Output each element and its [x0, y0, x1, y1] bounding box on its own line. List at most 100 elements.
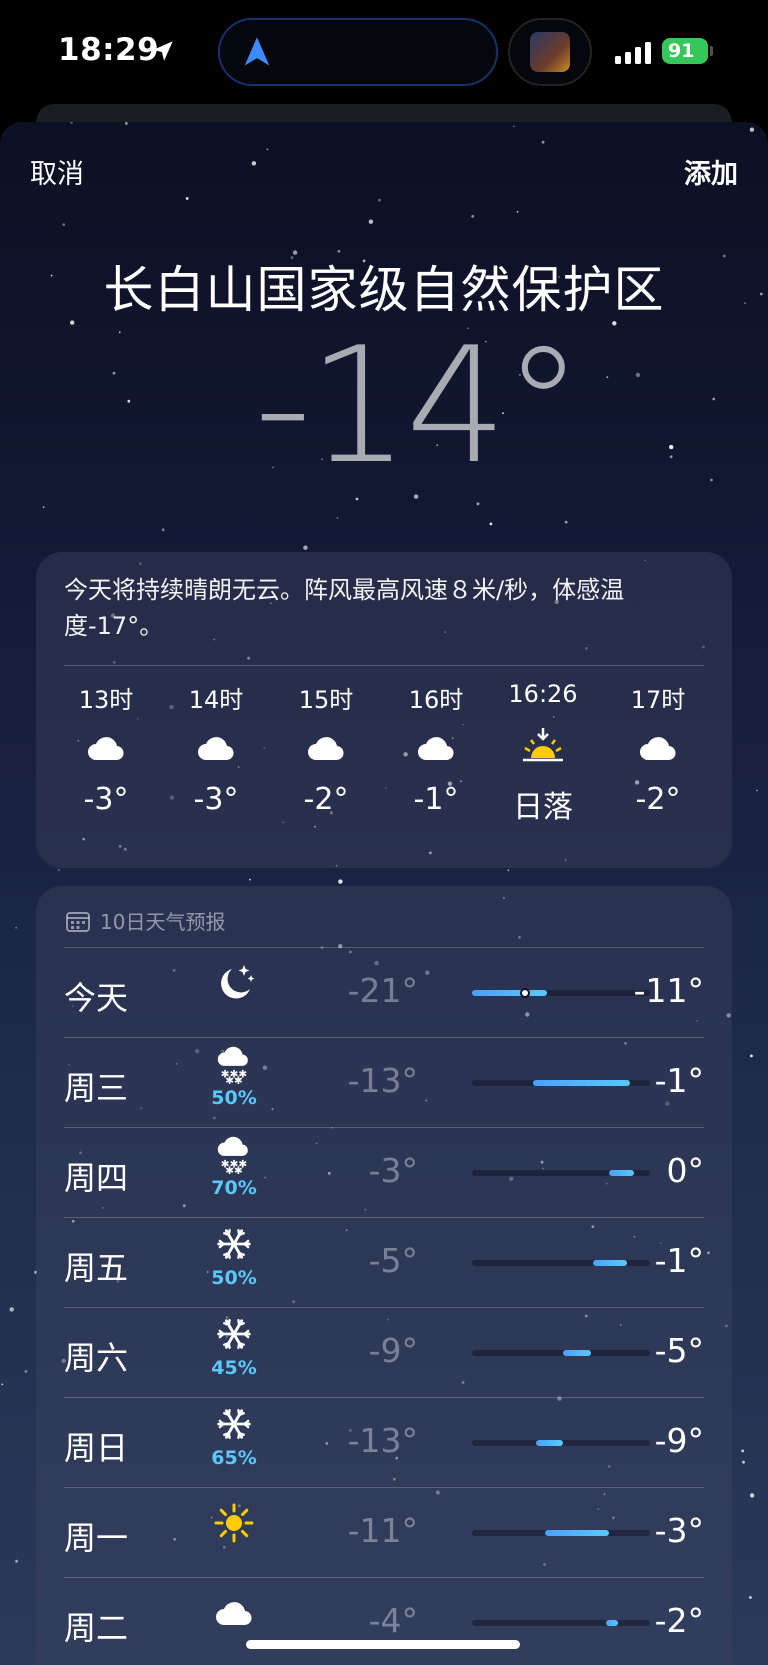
hour-icon-wrap	[56, 728, 156, 768]
precip-probability: 50%	[211, 1267, 257, 1289]
moon-stars-icon	[221, 965, 255, 999]
temp-range-bar	[472, 1530, 650, 1536]
day-label: 周五	[64, 1249, 129, 1287]
precip-probability: 50%	[211, 1087, 257, 1109]
precip-probability: 70%	[211, 1177, 257, 1199]
low-temp: -11°	[347, 1511, 418, 1550]
low-temp: -5°	[368, 1241, 418, 1280]
battery-level: 91	[668, 40, 695, 62]
temp-range-bar	[472, 1170, 650, 1176]
weather-icon-wrap: ✱✱✱ ✱✱ 70%	[204, 1133, 264, 1199]
high-temp: -3°	[654, 1511, 704, 1550]
forecast-row[interactable]: 周五 50% -5° -1°	[64, 1217, 704, 1307]
forecast-row[interactable]: 周一 -11° -3°	[64, 1487, 704, 1577]
weather-summary: 今天将持续晴朗无云。阵风最高风速８米/秒，体感温度-17°。	[64, 576, 625, 640]
high-temp: 0°	[666, 1151, 705, 1190]
weather-icon-wrap: ✱✱✱ ✱✱ 50%	[204, 1043, 264, 1109]
high-temp: -1°	[654, 1241, 704, 1280]
weather-icon-wrap: 45%	[204, 1313, 264, 1379]
row-divider	[64, 1397, 704, 1398]
hourly-item: 17时 -2°	[608, 680, 708, 817]
divider	[64, 665, 704, 666]
hourly-item: 16:26 日落	[493, 680, 593, 826]
cloud-icon	[640, 737, 676, 761]
temp-range-fill	[544, 1530, 610, 1536]
low-temp: -3°	[368, 1151, 418, 1190]
location-arrow-icon	[153, 41, 173, 61]
forecast-row[interactable]: 周二 -4° -2°	[64, 1577, 704, 1665]
weather-icon-wrap	[204, 1591, 264, 1639]
ten-day-forecast-card[interactable]: 10日天气预报 今天 -21° -11° 周三 ✱✱✱ ✱✱ 50% -13° -1° 周四 ✱✱✱…	[36, 886, 732, 1665]
weather-icon-wrap	[204, 1501, 264, 1549]
hourly-item: 14时 -3°	[166, 680, 266, 817]
row-divider	[64, 1487, 704, 1488]
temp-range-fill	[536, 1440, 563, 1446]
home-indicator[interactable]	[246, 1640, 520, 1649]
sun-icon	[214, 1503, 254, 1543]
low-temp: -4°	[368, 1601, 418, 1640]
temp-range-fill	[532, 1080, 631, 1086]
live-activity-app[interactable]	[508, 18, 592, 86]
day-label: 周三	[64, 1069, 129, 1107]
temp-range-bar	[472, 1620, 650, 1626]
forecast-row[interactable]: 周三 ✱✱✱ ✱✱ 50% -13° -1°	[64, 1037, 704, 1127]
battery-icon: 91	[662, 38, 708, 64]
battery-tip	[710, 46, 713, 56]
hourly-item: 13时 -3°	[56, 680, 156, 817]
forecast-header: 10日天气预报	[66, 906, 225, 935]
hour-temp: -3°	[83, 782, 129, 817]
hour-label: 16时	[408, 686, 464, 714]
weather-icon-wrap	[204, 961, 264, 1009]
forecast-header-label: 10日天气预报	[100, 910, 226, 934]
day-label: 周日	[64, 1429, 129, 1467]
calendar-icon	[66, 911, 90, 932]
hourly-forecast-card[interactable]: 今天将持续晴朗无云。阵风最高风速８米/秒，体感温度-17°。 13时 -3° 14时…	[36, 552, 732, 868]
hour-temp: -1°	[413, 782, 459, 817]
row-divider	[64, 1217, 704, 1218]
moon-icon	[562, 414, 625, 497]
hour-icon-wrap	[608, 728, 708, 768]
forecast-row[interactable]: 今天 -21° -11°	[64, 947, 704, 1037]
navigation-arrow-icon	[244, 37, 270, 66]
low-temp: -9°	[368, 1331, 418, 1370]
temp-range-bar	[472, 1440, 650, 1446]
forecast-row[interactable]: 周四 ✱✱✱ ✱✱ 70% -3° 0°	[64, 1127, 704, 1217]
hour-temp: -3°	[193, 782, 239, 817]
temp-range-fill	[609, 1170, 634, 1176]
dynamic-island[interactable]	[218, 18, 498, 86]
current-temp-dot	[520, 988, 531, 998]
temp-range-fill	[472, 990, 547, 996]
forecast-row[interactable]: 周日 65% -13° -9°	[64, 1397, 704, 1487]
hour-label: 16:26	[508, 680, 578, 708]
cloud-icon	[216, 1602, 252, 1626]
cloud-icon	[88, 737, 124, 761]
hour-temp: -2°	[303, 782, 349, 817]
cancel-button[interactable]: 取消	[30, 152, 84, 191]
weather-icon-wrap: 50%	[204, 1223, 264, 1289]
high-temp: -5°	[654, 1331, 704, 1370]
hour-temp: 日落	[513, 790, 573, 825]
temp-range-bar	[472, 1350, 650, 1356]
temp-range-fill	[593, 1260, 627, 1266]
hour-icon-wrap	[386, 728, 486, 768]
row-divider	[64, 1307, 704, 1308]
hour-icon-wrap	[276, 728, 376, 768]
hour-temp: -2°	[635, 782, 681, 817]
row-divider	[64, 1127, 704, 1128]
weather-icon-wrap: 65%	[204, 1403, 264, 1469]
hour-icon-wrap	[493, 728, 593, 768]
current-temperature: -14°	[254, 312, 583, 499]
day-label: 周一	[64, 1519, 129, 1557]
weather-sheet: 取消 添加 长白山国家级自然保护区 -14° 今天将持续晴朗无云。阵风最高风速８…	[0, 122, 768, 1665]
temp-range-bar	[472, 988, 650, 998]
low-temp: -21°	[347, 971, 418, 1010]
cellular-signal-icon	[615, 42, 651, 64]
cloud-icon	[418, 737, 454, 761]
snowflake-icon	[217, 1409, 251, 1439]
forecast-row[interactable]: 周六 45% -9° -5°	[64, 1307, 704, 1397]
app-thumbnail-icon	[530, 32, 570, 72]
status-bar: 18:29 91	[0, 0, 768, 105]
day-label: 周六	[64, 1339, 129, 1377]
low-temp: -13°	[347, 1421, 418, 1460]
add-button[interactable]: 添加	[684, 152, 738, 191]
